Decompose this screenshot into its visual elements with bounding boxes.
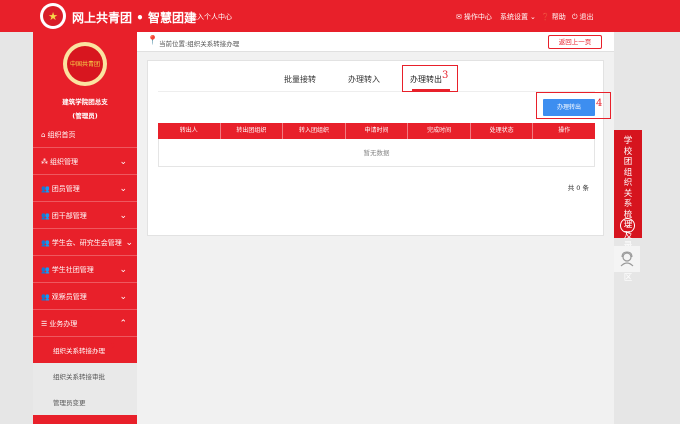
- transfer-panel: 批量接转 办理转入 办理转出 办理转出 转出人 转出团组织 转入团组织 申请时间…: [147, 60, 604, 236]
- total-count: 共 0 条: [567, 184, 589, 192]
- table-empty-message: 暂无数据: [158, 139, 595, 167]
- sidebar-item-club-management[interactable]: 👥 学生社团管理 ⌄: [33, 257, 137, 283]
- column-header: 申请时间: [346, 123, 409, 139]
- sidebar-item-student-union[interactable]: 👥 学生会、研究生会管理 ⌄: [33, 230, 137, 256]
- sidebar-item-org-home[interactable]: ⌂ 组织首页: [33, 122, 137, 148]
- sidebar-item-org-management[interactable]: ⁂ 组织管理 ⌄: [33, 149, 137, 175]
- sidebar-item-cadre-management[interactable]: 👥 团干部管理 ⌄: [33, 203, 137, 229]
- breadcrumb-bar: 📍 当前位置:组织关系转接办理 返回上一页: [137, 32, 614, 52]
- emblem-text: 中国共青团: [67, 46, 103, 82]
- column-header: 完成时间: [408, 123, 471, 139]
- customer-service-icon[interactable]: [614, 246, 640, 272]
- brand-title: 网上共青团 • 智慧团建: [72, 11, 197, 25]
- help-icon: ❓: [541, 13, 550, 21]
- logout-link[interactable]: ⏻ 退出: [572, 12, 594, 22]
- top-bar: ★ 网上共青团 • 智慧团建 进入个人中心 ✉ 操作中心 系统设置 ⌄ ❓ 帮助…: [0, 0, 680, 32]
- annotation-number-2: 2: [110, 342, 117, 353]
- subnav-admin-change[interactable]: 管理员变更: [33, 389, 137, 415]
- column-header: 操作: [558, 127, 571, 134]
- table-header: 转出人 转出团组织 转入团组织 申请时间 完成时间 处理状态 操作: [158, 123, 595, 139]
- help-link[interactable]: ❓ 帮助: [541, 12, 566, 22]
- users-icon: 👥: [41, 184, 50, 193]
- home-icon: ⌂: [41, 130, 46, 139]
- annotation-number-1: 1: [89, 315, 96, 326]
- annotation-number-4: 4: [596, 98, 603, 109]
- column-header: 转出人: [158, 123, 221, 139]
- cyl-logo: ★: [40, 3, 66, 29]
- subnav-transfer-approve[interactable]: 组织关系转接审批: [33, 363, 137, 389]
- annotation-box-3: [402, 65, 458, 92]
- chevron-down-icon: ⌄: [530, 13, 536, 21]
- column-header: 处理状态: [471, 123, 534, 139]
- chevron-down-circle-icon[interactable]: ⌄: [620, 218, 635, 233]
- mail-icon: ✉: [456, 13, 462, 21]
- annotation-box-1: [40, 313, 126, 334]
- users-icon: 👥: [41, 211, 50, 220]
- sidebar-item-observer-management[interactable]: 👥 观察员管理 ⌄: [33, 284, 137, 310]
- back-button[interactable]: 返回上一页: [548, 35, 602, 49]
- org-emblem: 中国共青团: [63, 42, 107, 86]
- power-icon: ⏻: [572, 12, 578, 21]
- chevron-down-icon: ⌄: [119, 292, 127, 302]
- sidebar-item-member-management[interactable]: 👥 团员管理 ⌄: [33, 176, 137, 202]
- chevron-down-icon: ⌄: [125, 238, 133, 248]
- tab-divider: [158, 91, 595, 92]
- org-name: 建筑学院团总支: [62, 98, 108, 106]
- breadcrumb: 当前位置:组织关系转接办理: [159, 40, 240, 48]
- message-center-link[interactable]: ✉ 操作中心: [456, 12, 492, 22]
- users-icon: 👥: [41, 292, 50, 301]
- star-icon: ★: [43, 6, 63, 26]
- main-content: 📍 当前位置:组织关系转接办理 返回上一页 批量接转 办理转入 办理转出 办理转…: [137, 32, 614, 424]
- tab-transfer-in[interactable]: 办理转入: [348, 74, 380, 85]
- column-header: 转入团组织: [283, 123, 346, 139]
- chevron-down-icon: ⌄: [119, 184, 127, 194]
- tab-batch-transfer[interactable]: 批量接转: [284, 74, 316, 85]
- enter-personal-center-link[interactable]: 进入个人中心: [190, 12, 232, 22]
- chevron-down-icon: ⌄: [119, 265, 127, 275]
- column-header: 转出团组织: [221, 123, 284, 139]
- users-icon: 👥: [41, 265, 50, 274]
- chevron-down-icon: ⌄: [119, 157, 127, 167]
- sidebar: 中国共青团 建筑学院团总支 (管理员) ⌂ 组织首页 ⁂ 组织管理 ⌄ 👥 团员…: [33, 32, 137, 424]
- location-pin-icon: 📍: [147, 36, 159, 46]
- org-icon: ⁂: [41, 157, 48, 166]
- chevron-down-icon: ⌄: [119, 211, 127, 221]
- annotation-number-3: 3: [442, 70, 449, 81]
- system-settings-menu[interactable]: 系统设置 ⌄: [500, 12, 536, 22]
- org-role: (管理员): [72, 112, 98, 120]
- users-icon: 👥: [41, 238, 50, 247]
